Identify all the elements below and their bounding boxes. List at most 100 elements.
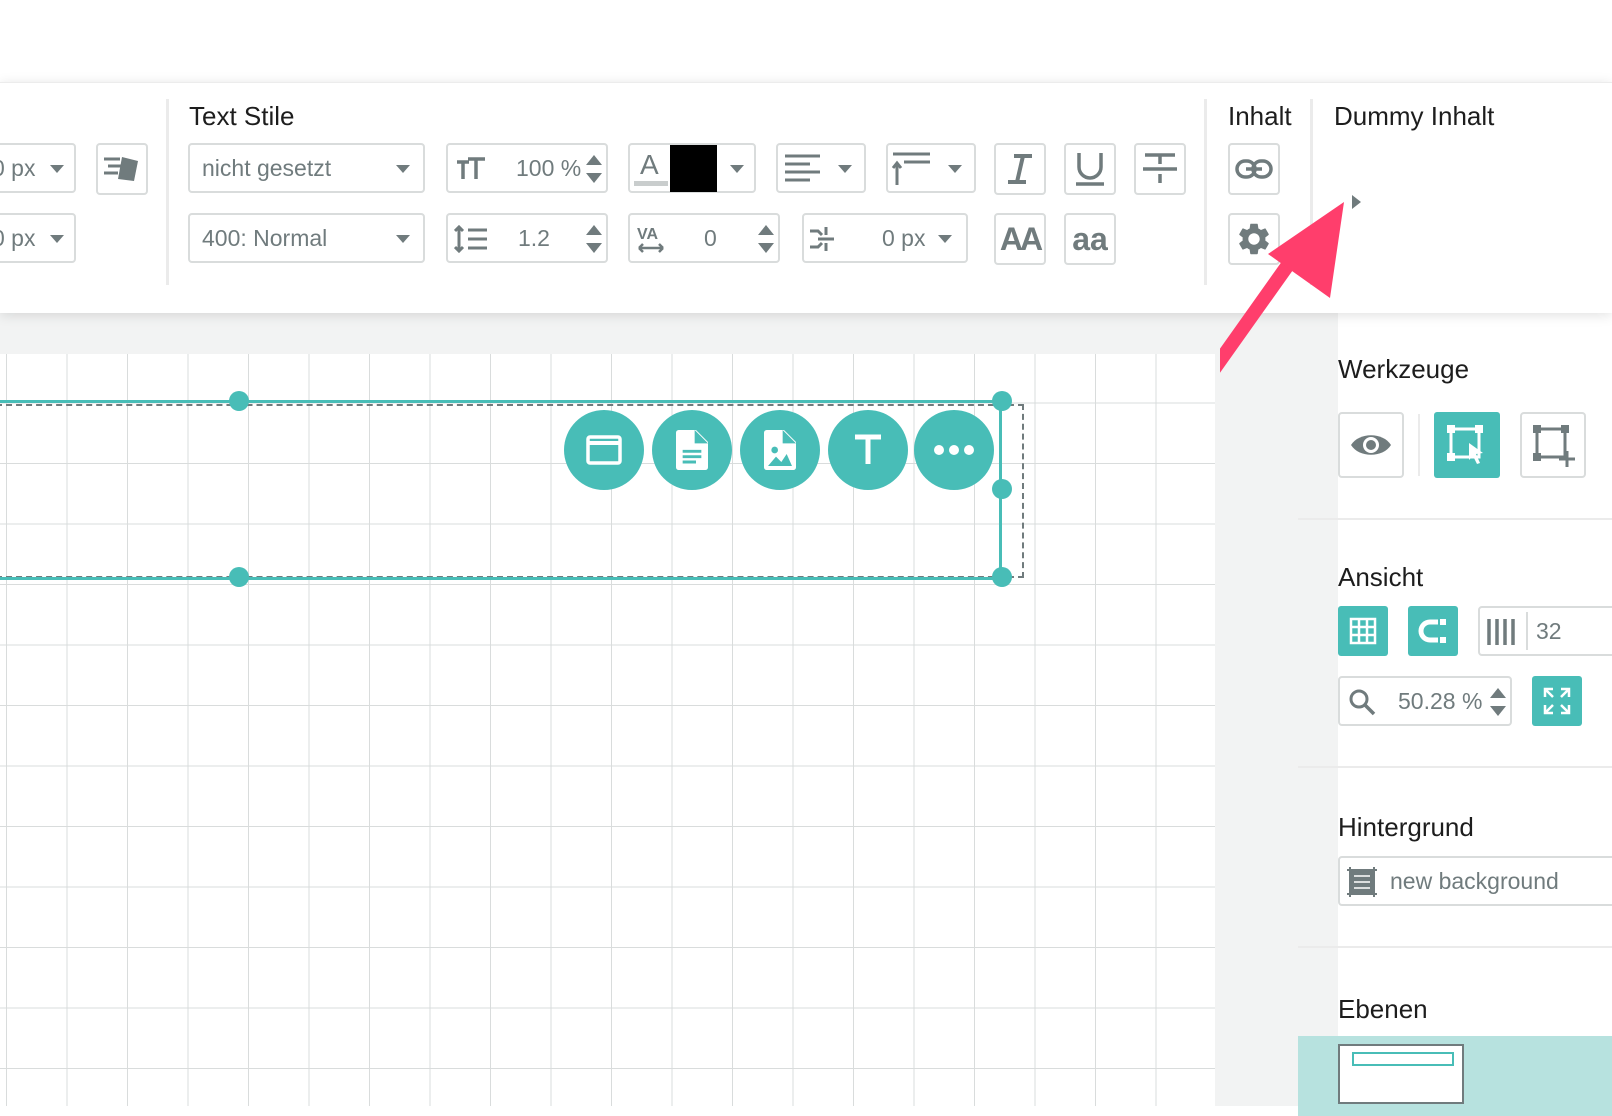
resize-handle-top[interactable]	[229, 391, 249, 411]
tools-title: Werkzeuge	[1338, 354, 1470, 384]
grid-icon	[1349, 617, 1377, 645]
window-icon	[586, 435, 622, 465]
stepper-arrows-icon[interactable]	[758, 225, 774, 253]
layer-thumbnail-shape	[1352, 1052, 1454, 1066]
chevron-down-icon	[50, 235, 64, 243]
strikethrough-button[interactable]	[1134, 143, 1186, 195]
align-left-icon	[785, 154, 820, 182]
resize-handle-bottom[interactable]	[229, 567, 249, 587]
word-spacing-value: 0 px	[882, 224, 926, 251]
underline-button[interactable]	[1064, 143, 1116, 195]
background-title: Hintergrund	[1338, 812, 1474, 842]
content-title: Inhalt	[1228, 101, 1292, 131]
text-color-swatch	[670, 145, 717, 192]
chevron-down-icon	[396, 165, 410, 173]
partial-size-select-1[interactable]: 0 px	[0, 143, 76, 193]
text-color-underline	[634, 181, 668, 186]
top-bar	[0, 0, 1612, 82]
divider	[1204, 99, 1207, 285]
partial-size-value-2: 0 px	[0, 224, 36, 251]
more-icon	[934, 445, 974, 455]
font-family-select[interactable]: nicht gesetzt	[188, 143, 425, 193]
strikethrough-icon	[1143, 153, 1177, 183]
lowercase-icon: aa	[1072, 220, 1108, 257]
underline-icon	[1076, 153, 1104, 186]
background-select[interactable]: new background	[1338, 856, 1612, 906]
text-color-picker[interactable]: A	[628, 143, 756, 193]
eraser-icon	[104, 157, 138, 181]
link-button[interactable]	[1228, 143, 1280, 195]
italic-icon	[1008, 154, 1032, 184]
italic-button[interactable]	[994, 143, 1046, 195]
resize-handle-top-right[interactable]	[992, 391, 1012, 411]
word-spacing-select[interactable]: 0 px	[802, 213, 968, 263]
add-element-tool-button[interactable]	[1520, 412, 1586, 478]
grid-toggle-button[interactable]	[1338, 606, 1388, 656]
chevron-down-icon	[396, 235, 410, 243]
more-actions-button[interactable]	[914, 410, 994, 490]
layer-row-selected[interactable]	[1298, 1036, 1612, 1116]
eye-icon	[1351, 435, 1391, 455]
search-icon	[1349, 689, 1376, 716]
chevron-down-icon	[948, 165, 962, 173]
panel-divider	[1298, 518, 1612, 520]
letter-spacing-value: 0	[704, 224, 717, 251]
line-height-value: 1.2	[518, 224, 550, 251]
add-image-button[interactable]	[740, 410, 820, 490]
columns-icon	[1487, 619, 1515, 645]
font-weight-select[interactable]: 400: Normal	[188, 213, 425, 263]
link-icon	[1235, 159, 1273, 179]
zoom-value: 50.28 %	[1398, 687, 1483, 714]
resize-handle-right[interactable]	[992, 479, 1012, 499]
line-height-stepper[interactable]: 1.2	[446, 213, 608, 263]
font-size-icon	[457, 157, 485, 179]
add-container-button[interactable]	[564, 410, 644, 490]
text-align-select[interactable]	[776, 143, 866, 193]
svg-text:VA: VA	[637, 226, 658, 243]
divider	[166, 99, 169, 285]
chevron-down-icon	[730, 165, 744, 173]
letter-spacing-icon: VA	[637, 226, 664, 253]
text-icon	[855, 434, 881, 464]
preview-button[interactable]	[1338, 412, 1404, 478]
properties-toolbar: 0 px 0 px Text Stile nicht gesetzt 400: …	[0, 82, 1612, 313]
eraser-button[interactable]	[96, 143, 148, 195]
gear-icon	[1239, 223, 1269, 255]
snap-toggle-button[interactable]	[1408, 606, 1458, 656]
image-file-icon	[764, 430, 796, 470]
uppercase-button[interactable]: AA	[994, 213, 1046, 265]
stepper-arrows-icon[interactable]	[586, 155, 602, 183]
stepper-arrows-icon[interactable]	[586, 225, 602, 253]
fit-to-screen-button[interactable]	[1532, 676, 1582, 726]
stepper-arrows-icon[interactable]	[1490, 688, 1506, 716]
divider	[1310, 99, 1313, 285]
add-document-button[interactable]	[652, 410, 732, 490]
lowercase-button[interactable]: aa	[1064, 213, 1116, 265]
toolbar-sep	[1526, 612, 1528, 650]
uppercase-icon: AA	[999, 220, 1043, 257]
layers-title: Ebenen	[1338, 994, 1428, 1024]
document-icon	[676, 430, 708, 470]
add-frame-icon	[1533, 425, 1575, 467]
background-texture-icon	[1347, 867, 1377, 897]
font-size-value: 100 %	[516, 154, 582, 181]
chevron-down-icon	[838, 165, 852, 173]
settings-button[interactable]	[1228, 213, 1280, 265]
add-text-button[interactable]	[828, 410, 908, 490]
letter-spacing-stepper[interactable]: VA 0	[628, 213, 780, 263]
expand-caret-icon[interactable]	[1352, 195, 1361, 209]
panel-divider	[1298, 766, 1612, 768]
word-spacing-icon	[810, 227, 834, 251]
text-style-title: Text Stile	[189, 101, 295, 131]
font-family-value: nicht gesetzt	[202, 154, 332, 181]
select-tool-button[interactable]	[1434, 412, 1500, 478]
vertical-align-select[interactable]	[886, 143, 976, 193]
resize-handle-bottom-right[interactable]	[992, 567, 1012, 587]
panel-divider	[1298, 946, 1612, 948]
grid-size-input[interactable]: 32	[1478, 606, 1612, 656]
grid-size-value: 32	[1536, 617, 1562, 644]
font-size-stepper[interactable]: 100 %	[446, 143, 608, 193]
partial-size-value-1: 0 px	[0, 154, 36, 181]
zoom-stepper[interactable]: 50.28 %	[1338, 676, 1512, 726]
partial-size-select-2[interactable]: 0 px	[0, 213, 76, 263]
